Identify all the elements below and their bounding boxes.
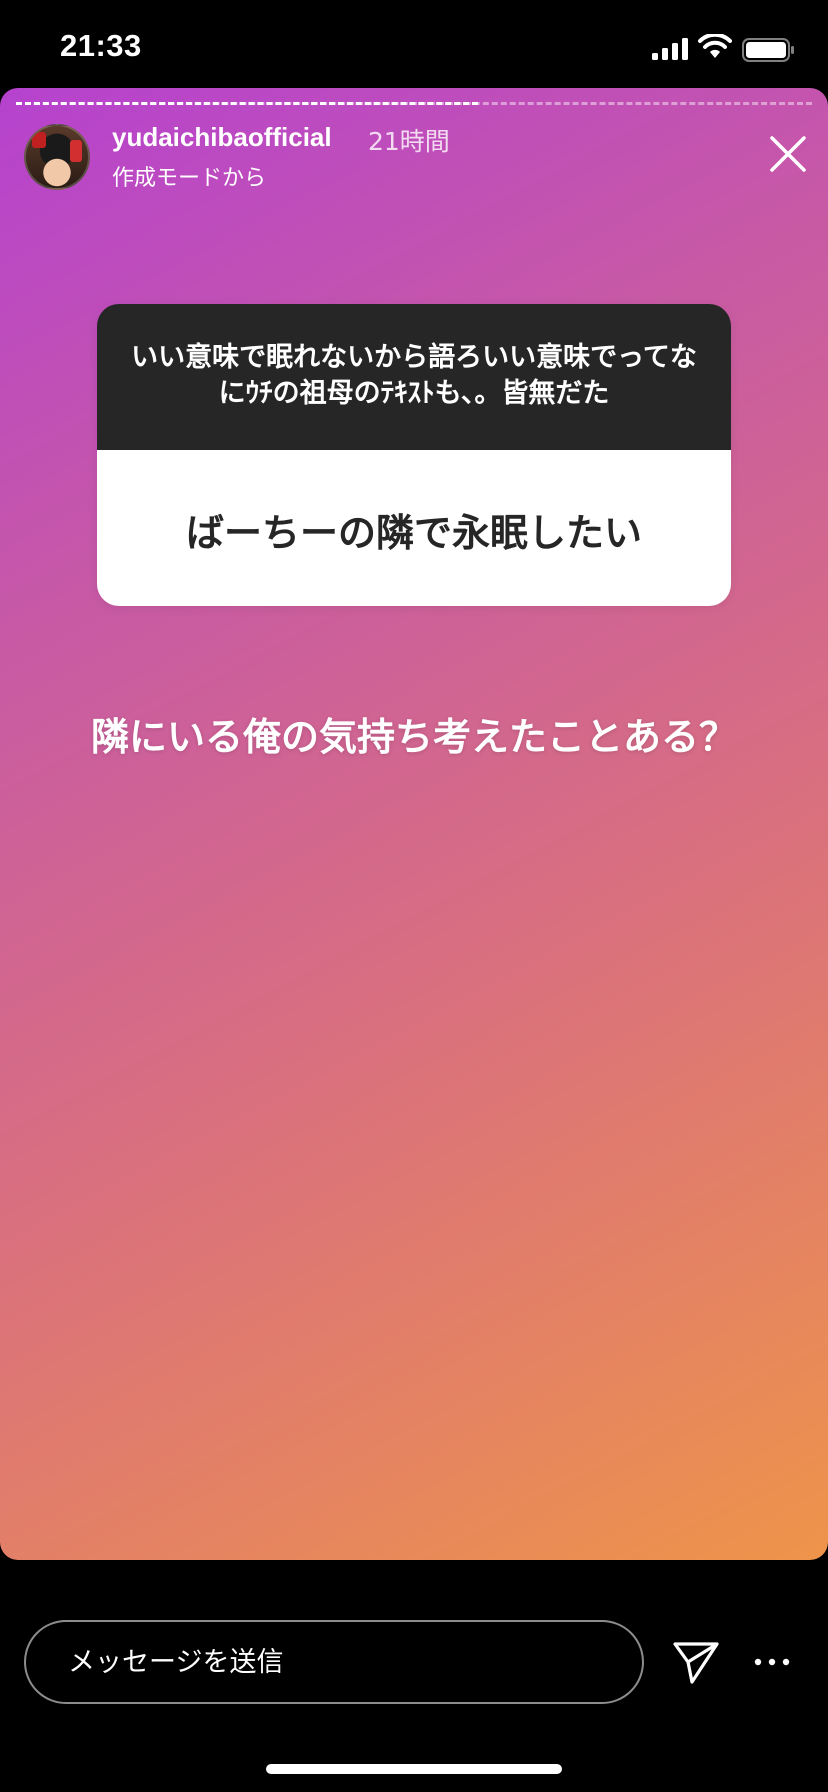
question-text: いい意味で眠れないから語ろいい意味でってなにｳﾁの祖母のﾃｷｽﾄも、。皆無だた (131, 342, 697, 409)
cellular-signal-icon (652, 38, 688, 60)
more-dots-icon[interactable] (752, 1652, 792, 1672)
message-input[interactable] (24, 1620, 644, 1704)
question-header: いい意味で眠れないから語ろいい意味でってなにｳﾁの祖母のﾃｷｽﾄも、。皆無だた (97, 304, 731, 450)
question-sticker[interactable]: いい意味で眠れないから語ろいい意味でってなにｳﾁの祖母のﾃｷｽﾄも、。皆無だた … (97, 304, 731, 606)
wifi-icon (698, 34, 732, 58)
close-icon[interactable] (766, 132, 810, 176)
answer-text: ばーちーの隣で永眠したい (185, 511, 642, 555)
paper-plane-icon[interactable] (672, 1640, 720, 1684)
answer-box: ばーちーの隣で永眠したい (97, 450, 731, 606)
reply-text: 隣にいる俺の気持ち考えたことある？ (90, 715, 737, 759)
post-time: 21時間 (368, 127, 450, 156)
story-progress-fill (16, 102, 478, 108)
story-view[interactable]: yudaichibaofficial 21時間 作成モードから いい意味で眠れな… (0, 88, 828, 1560)
home-indicator (266, 1764, 562, 1774)
status-bar: 21:33 (0, 0, 828, 88)
battery-icon (742, 38, 794, 62)
avatar[interactable] (24, 124, 90, 190)
status-time: 21:33 (60, 28, 142, 63)
username[interactable]: yudaichibaofficial (112, 122, 332, 153)
story-subtitle[interactable]: 作成モードから (112, 160, 266, 192)
